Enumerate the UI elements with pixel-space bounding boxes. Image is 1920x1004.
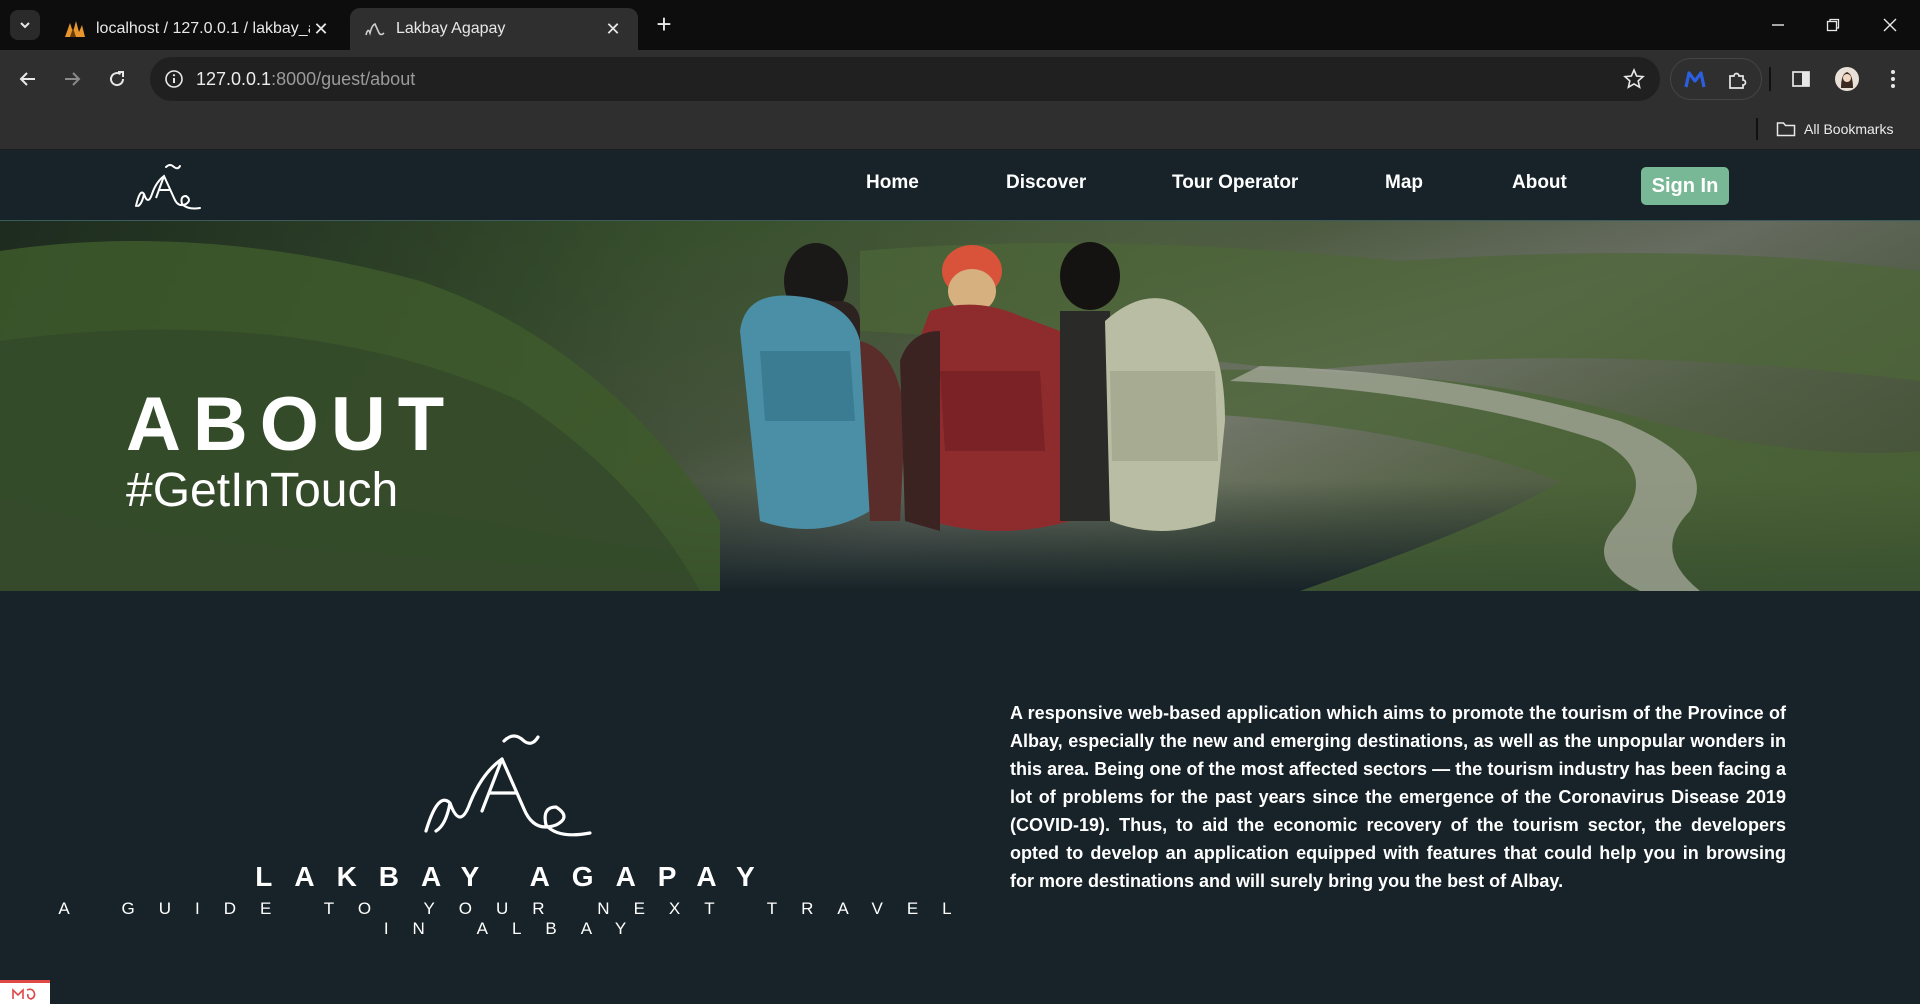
- lakbay-logo-large: [424, 734, 592, 837]
- bookmarks-bar: All Bookmarks: [0, 108, 1920, 150]
- hero-banner: ABOUT #GetInTouch: [0, 221, 1920, 591]
- nav-tour-operator[interactable]: Tour Operator: [1172, 172, 1298, 194]
- all-bookmarks-button[interactable]: All Bookmarks: [1776, 116, 1893, 142]
- back-button[interactable]: [12, 63, 44, 95]
- hero-title: ABOUT: [126, 382, 457, 467]
- close-icon[interactable]: ✕: [310, 18, 332, 40]
- reload-icon: [110, 71, 125, 87]
- site-info-icon[interactable]: [162, 67, 186, 91]
- avatar[interactable]: [1834, 66, 1860, 92]
- tab-title: localhost / 127.0.0.1 / lakbay_agapay: [96, 20, 310, 37]
- close-window-button[interactable]: [1870, 10, 1910, 40]
- arrow-left-icon: [19, 72, 35, 86]
- nav-map[interactable]: Map: [1385, 172, 1423, 194]
- browser-toolbar: 127.0.0.1:8000/guest/about: [0, 50, 1920, 108]
- arrow-right-icon: [65, 72, 81, 86]
- brand-tagline: A GUIDE TO YOUR NEXT TRAVEL IN ALBAY: [58, 899, 976, 938]
- minimize-icon: [1772, 24, 1784, 26]
- tab-search-button[interactable]: [10, 10, 40, 40]
- restore-icon: [1826, 18, 1840, 32]
- debug-toolbar-icon[interactable]: [0, 980, 50, 1004]
- bookmarks-divider: [1756, 118, 1758, 140]
- about-description: A responsive web-based application which…: [1010, 703, 1786, 891]
- reload-button[interactable]: [101, 63, 133, 95]
- url-host: 127.0.0.1: [196, 69, 272, 89]
- url-text: 127.0.0.1:8000/guest/about: [196, 69, 415, 90]
- sign-in-button[interactable]: Sign In: [1641, 167, 1729, 205]
- hero-subtitle: #GetInTouch: [126, 464, 399, 517]
- tab-phpmyadmin[interactable]: localhost / 127.0.0.1 / lakbay_agapay ✕: [50, 8, 346, 50]
- close-icon[interactable]: ✕: [602, 18, 624, 40]
- folder-icon: [1776, 122, 1796, 137]
- close-icon: [1883, 18, 1897, 32]
- address-bar[interactable]: 127.0.0.1:8000/guest/about: [150, 57, 1660, 101]
- extensions-group: [1670, 58, 1762, 100]
- bookmark-star-icon[interactable]: [1622, 67, 1646, 91]
- more-menu-icon[interactable]: [1880, 66, 1906, 92]
- all-bookmarks-label: All Bookmarks: [1804, 121, 1894, 137]
- extension-m-icon[interactable]: [1683, 68, 1707, 92]
- url-path: :8000/guest/about: [271, 69, 416, 89]
- nav-about[interactable]: About: [1512, 172, 1567, 194]
- minimize-button[interactable]: [1758, 10, 1798, 40]
- toolbar-divider: [1769, 67, 1771, 91]
- new-tab-button[interactable]: +: [650, 11, 678, 39]
- site-navbar: Home Discover Tour Operator Map About Si…: [0, 150, 1920, 221]
- side-panel-icon[interactable]: [1788, 66, 1814, 92]
- tab-title: Lakbay Agapay: [396, 20, 506, 37]
- chevron-down-icon: [20, 22, 30, 29]
- restore-button[interactable]: [1813, 10, 1853, 40]
- nav-discover[interactable]: Discover: [1006, 172, 1086, 194]
- lakbay-favicon: [364, 18, 386, 40]
- browser-tab-bar: localhost / 127.0.0.1 / lakbay_agapay ✕ …: [0, 0, 1920, 50]
- about-section: LAKBAY AGAPAY A GUIDE TO YOUR NEXT TRAVE…: [0, 591, 1920, 1004]
- tab-lakbay-agapay[interactable]: Lakbay Agapay ✕: [350, 8, 638, 50]
- phpmyadmin-icon: [64, 18, 86, 40]
- lakbay-logo[interactable]: [130, 158, 206, 214]
- forward-button[interactable]: [56, 63, 88, 95]
- puzzle-icon[interactable]: [1725, 68, 1749, 92]
- brand-name: LAKBAY AGAPAY: [255, 861, 777, 892]
- nav-home[interactable]: Home: [866, 172, 919, 194]
